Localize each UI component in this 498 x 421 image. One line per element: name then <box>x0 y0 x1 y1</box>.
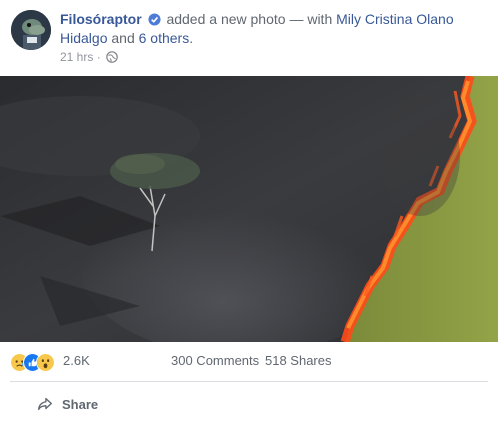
timestamp-link[interactable]: 21 hrs <box>60 50 93 64</box>
others-link[interactable]: 6 others <box>139 30 190 46</box>
action-divider <box>10 381 488 382</box>
avatar[interactable] <box>11 10 51 50</box>
meta-separator: · <box>93 50 105 64</box>
period-text: . <box>189 30 194 46</box>
wow-icon <box>36 353 55 372</box>
post-author-line: Filosóraptor added a new photo — with Mi… <box>60 10 480 48</box>
post-meta: 21 hrs · <box>60 50 118 64</box>
post-photo[interactable] <box>0 76 498 342</box>
comments-count-link[interactable]: 300 Comments <box>171 353 259 368</box>
share-label: Share <box>62 396 99 412</box>
and-text: and <box>107 30 139 46</box>
globe-icon[interactable] <box>106 51 118 63</box>
verified-badge-icon <box>148 13 161 26</box>
reaction-icons[interactable] <box>10 353 66 372</box>
wildfire-photo-image <box>0 76 498 342</box>
post-header: Filosóraptor added a new photo — with Mi… <box>0 0 498 76</box>
raptor-avatar-icon <box>11 10 51 50</box>
reaction-count[interactable]: 2.6K <box>63 353 90 368</box>
facebook-post: Filosóraptor added a new photo — with Mi… <box>0 0 498 421</box>
share-arrow-icon <box>38 397 52 411</box>
action-text: added a new photo — with <box>162 11 337 27</box>
shares-count-link[interactable]: 518 Shares <box>265 353 332 368</box>
share-button[interactable]: Share <box>36 393 98 415</box>
author-name-link[interactable]: Filosóraptor <box>60 11 142 27</box>
reactions-bar: 2.6K 300 Comments 518 Shares <box>0 342 498 380</box>
